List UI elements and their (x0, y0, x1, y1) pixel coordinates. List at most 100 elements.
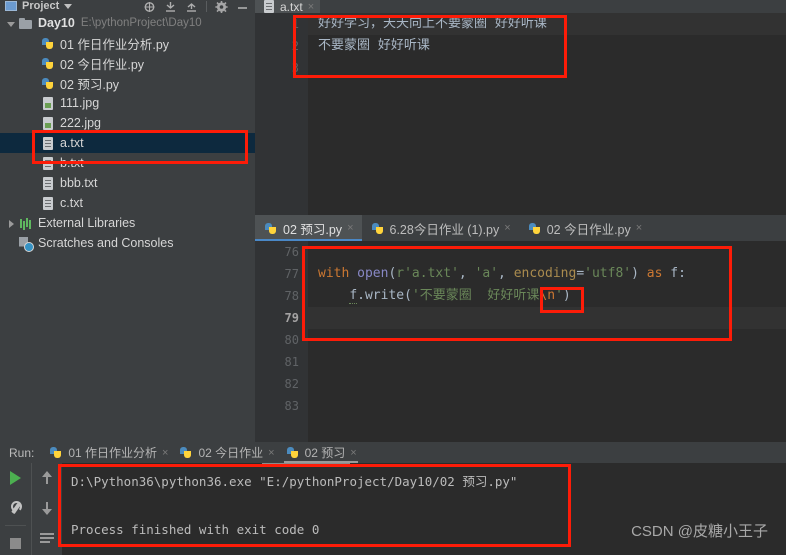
tree-item-02-.py[interactable]: 02 预习.py (0, 73, 255, 93)
project-panel-label: Project (22, 0, 60, 12)
tree-item-label: b.txt (60, 156, 84, 170)
close-icon[interactable]: × (504, 222, 510, 234)
tab-label: 6.28今日作业 (1).py (389, 222, 500, 237)
image-file-icon (40, 116, 56, 131)
string-filepath: r'a.txt' (396, 266, 459, 281)
settings-gear-icon[interactable] (215, 0, 228, 13)
tree-item-label: 111.jpg (60, 96, 100, 110)
toolbar-divider (206, 1, 207, 12)
keyword-as: as (646, 266, 663, 281)
text-file-icon (40, 136, 56, 151)
close-icon[interactable]: × (347, 222, 353, 234)
tree-item-b.txt[interactable]: b.txt (0, 153, 255, 173)
tree-item-label: Day10 (38, 16, 75, 30)
chevron-down-icon[interactable] (64, 4, 73, 9)
scratches-icon (18, 236, 34, 252)
line-number: 77 (284, 267, 299, 281)
tree-item-02-.py[interactable]: 02 今日作业.py (0, 53, 255, 73)
tree-item-scratches-and-consoles[interactable]: Scratches and Consoles (0, 233, 255, 253)
tree-item-bbb.txt[interactable]: bbb.txt (0, 173, 255, 193)
python-file-icon (40, 76, 56, 91)
tree-item-01-.py[interactable]: 01 作日作业分析.py (0, 33, 255, 53)
tab-02-.py[interactable]: 02 今日作业.py × (519, 215, 651, 241)
editor-top-content[interactable]: 好好学习，天天向上不要蒙圈 好好听课不要蒙圈 好好听课 (308, 13, 786, 215)
tree-item-label: c.txt (60, 196, 83, 210)
tree-item-a.txt[interactable]: a.txt (0, 133, 255, 153)
rerun-wrench-icon[interactable] (0, 493, 31, 523)
close-icon[interactable]: × (268, 447, 274, 459)
text-line (308, 57, 786, 79)
editor-bottom-content[interactable]: with open(r'a.txt', 'a', encoding='utf8'… (308, 241, 786, 442)
console-scrollbar[interactable] (262, 463, 350, 466)
text-file-icon (40, 196, 56, 211)
up-arrow-icon[interactable] (32, 463, 62, 493)
tree-item-label: External Libraries (38, 216, 136, 230)
python-file-icon (263, 221, 279, 236)
run-sidebar-col-right (31, 463, 62, 555)
editor-bottom-pane: 02 预习.py × 6.28今日作业 (1).py × 02 今日作业.py × 76 7… (255, 215, 786, 442)
tree-item-day10[interactable]: Day10 E:\pythonProject\Day10 (0, 13, 255, 33)
tree-item-111.jpg[interactable]: 111.jpg (0, 93, 255, 113)
tree-item-label: bbb.txt (60, 176, 98, 190)
close-icon[interactable]: × (162, 447, 168, 459)
tree-item-external-libraries[interactable]: External Libraries (0, 213, 255, 233)
locate-icon[interactable] (143, 1, 156, 13)
project-tree-panel[interactable]: Day10 E:\pythonProject\Day10 01 作日作业分析.py 0… (0, 13, 255, 442)
run-sidebar (0, 463, 62, 555)
expand-all-icon[interactable] (185, 1, 198, 13)
close-icon[interactable]: × (350, 447, 356, 459)
chevron-right-icon[interactable] (6, 218, 17, 229)
comma: , (498, 266, 514, 281)
python-file-icon (370, 221, 386, 236)
run-tab-02-[interactable]: 02 今日作业 × (173, 442, 279, 463)
run-tab-label: 02 今日作业 (198, 446, 264, 460)
project-tree: Day10 E:\pythonProject\Day10 01 作日作业分析.py 0… (0, 13, 255, 253)
tab-label: 02 预习.py (283, 222, 343, 237)
tree-item-label: Scratches and Consoles (38, 236, 174, 250)
libraries-icon (18, 216, 34, 231)
text-line: 不要蒙圈 好好听课 (318, 38, 430, 53)
paren-close: ) (562, 288, 571, 303)
string-mode: 'a' (474, 266, 499, 281)
run-icon[interactable] (0, 463, 31, 493)
line-number: 2 (291, 39, 299, 53)
sidebar-divider (5, 525, 26, 526)
soft-wrap-icon[interactable] (32, 523, 62, 553)
tab-02-.py[interactable]: 02 预习.py × (255, 215, 362, 241)
text-file-icon (40, 156, 56, 171)
text-file-icon (40, 176, 56, 191)
code-line-77: with open(r'a.txt', 'a', encoding='utf8'… (308, 263, 786, 285)
run-tab-label: 02 预习 (304, 446, 346, 460)
tree-item-222.jpg[interactable]: 222.jpg (0, 113, 255, 133)
python-file-icon (178, 445, 194, 460)
close-icon[interactable]: × (636, 222, 642, 234)
tree-item-c.txt[interactable]: c.txt (0, 193, 255, 213)
editor-top-tabbar: a.txt × (255, 0, 786, 13)
run-tab-01-[interactable]: 01 作日作业分析 × (43, 442, 173, 463)
function-open: open (357, 266, 389, 281)
tab-a-txt[interactable]: a.txt × (255, 0, 321, 13)
paren-close: ) (631, 266, 639, 281)
tab-6.28-1-.py[interactable]: 6.28今日作业 (1).py × (362, 215, 519, 241)
text-line: 好好学习，天天向上不要蒙圈 好好听课 (308, 13, 786, 35)
chevron-down-icon[interactable] (6, 18, 17, 29)
minimize-icon[interactable] (236, 1, 249, 13)
stop-icon[interactable] (0, 528, 31, 555)
folder-icon (18, 16, 34, 31)
console-output[interactable]: D:\Python36\python36.exe "E:/pythonProje… (62, 463, 786, 555)
close-icon[interactable]: × (308, 1, 314, 13)
collapse-all-icon[interactable] (164, 1, 177, 13)
project-toolbar: Project (0, 0, 255, 13)
run-tab-02-[interactable]: 02 预习 × (280, 442, 362, 463)
line-number: 1 (291, 17, 299, 31)
run-sidebar-col-left (0, 463, 31, 555)
down-arrow-icon[interactable] (32, 493, 62, 523)
